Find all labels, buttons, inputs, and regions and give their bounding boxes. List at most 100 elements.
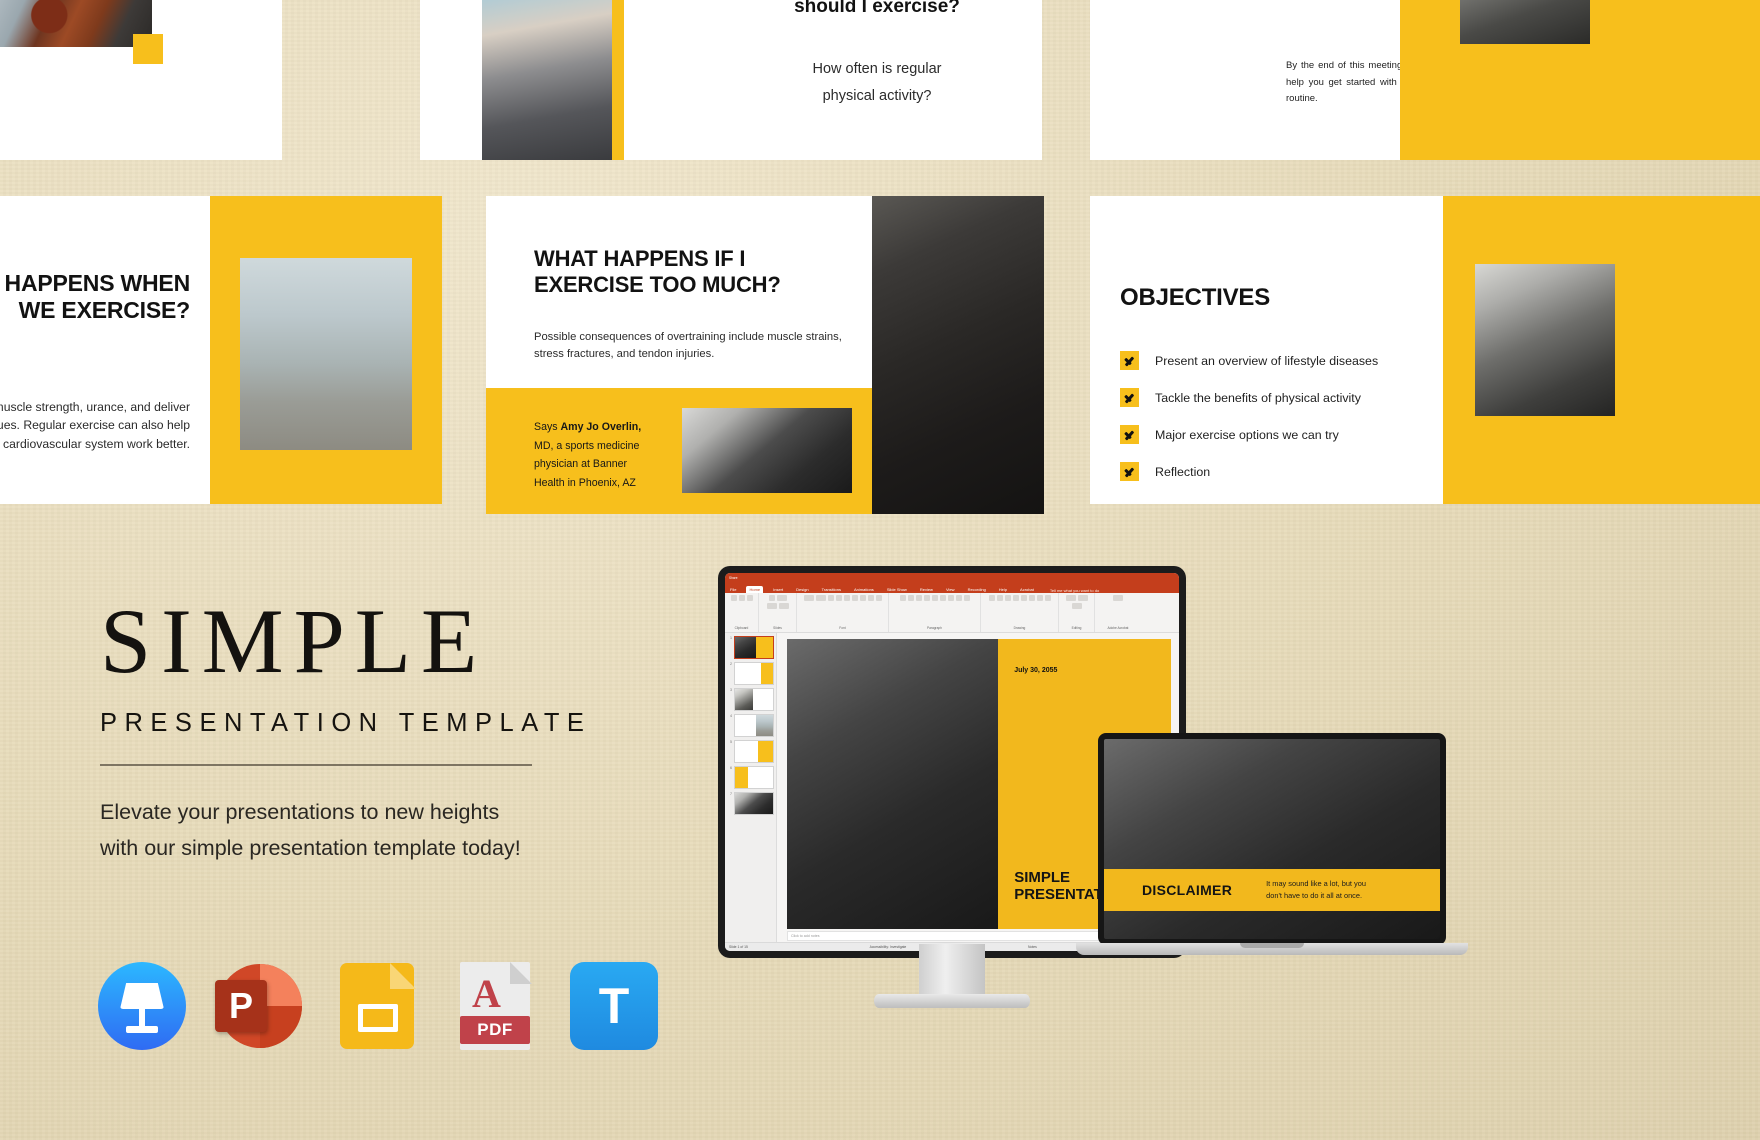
replace-icon[interactable] xyxy=(1077,595,1088,601)
justify-icon[interactable] xyxy=(963,595,970,601)
align-left-icon[interactable] xyxy=(939,595,946,601)
objective-label: Major exercise options we can try xyxy=(1155,427,1339,442)
numbering-icon[interactable] xyxy=(907,595,914,601)
question-body-line2: physical activity? xyxy=(822,87,932,104)
google-slides-icon[interactable] xyxy=(334,962,422,1050)
ribbon-group-font[interactable]: Font xyxy=(797,593,889,632)
find-icon[interactable] xyxy=(1065,595,1076,601)
tab-transitions[interactable]: Transitions xyxy=(819,586,844,593)
thumbnail-preview xyxy=(734,740,774,763)
laptop-mockup: DISCLAIMER It may sound like a lot, but … xyxy=(1076,733,1468,973)
font-family-select[interactable] xyxy=(803,595,814,601)
tab-insert[interactable]: Insert xyxy=(770,586,786,593)
new-slide-icon[interactable] xyxy=(768,595,775,601)
shape-arrow-icon[interactable] xyxy=(1012,595,1019,601)
slide-thumbnail[interactable]: 2 xyxy=(727,662,774,685)
keynote-icon[interactable] xyxy=(98,962,186,1050)
drawing-icons xyxy=(988,595,1051,601)
ribbon-group-label: Clipboard xyxy=(734,626,749,630)
section-icon[interactable] xyxy=(778,603,789,609)
shape-triangle-icon[interactable] xyxy=(1020,595,1027,601)
tab-animations[interactable]: Animations xyxy=(851,586,877,593)
strikethrough-icon[interactable] xyxy=(867,595,874,601)
layout-icon[interactable] xyxy=(776,595,787,601)
quick-styles-icon[interactable] xyxy=(1036,595,1043,601)
slide-thumbnail[interactable]: 4 xyxy=(727,714,774,737)
thumb-text xyxy=(735,715,756,736)
create-pdf-icon[interactable] xyxy=(1113,595,1123,601)
disclaimer-bar: DISCLAIMER It may sound like a lot, but … xyxy=(1104,869,1440,911)
shape-fill-icon[interactable] xyxy=(1044,595,1051,601)
slide-title-line2: EXERCISE TOO MUCH? xyxy=(534,271,781,297)
decrease-indent-icon[interactable] xyxy=(915,595,922,601)
font-size-select[interactable] xyxy=(815,595,826,601)
thumb-yellow xyxy=(755,637,773,658)
disclaimer-body-line2: don't have to do it all at once. xyxy=(1266,891,1363,900)
check-icon xyxy=(1120,351,1139,370)
increase-font-icon[interactable] xyxy=(827,595,834,601)
ribbon-group-paragraph[interactable]: Paragraph xyxy=(889,593,981,632)
poster-canvas: using computer ng light work g instrumen… xyxy=(0,0,1760,1140)
tab-file[interactable]: File xyxy=(727,586,739,593)
slide-thumbnail-pane[interactable]: 1 2 3 4 5 6 7 xyxy=(725,633,777,943)
paragraph-icons xyxy=(899,595,970,601)
tab-view[interactable]: View xyxy=(943,586,958,593)
format-icons: P A PDF T xyxy=(98,962,658,1050)
tab-home[interactable]: Home xyxy=(746,586,764,593)
thumb-photo xyxy=(735,637,756,658)
pdf-icon[interactable]: A PDF xyxy=(452,962,540,1050)
arrange-icon[interactable] xyxy=(1028,595,1035,601)
thumbnail-number: 6 xyxy=(730,766,732,770)
ribbon-group-editing[interactable]: Editing xyxy=(1059,593,1095,632)
shape-oval-icon[interactable] xyxy=(1004,595,1011,601)
shape-line-icon[interactable] xyxy=(988,595,995,601)
increase-indent-icon[interactable] xyxy=(923,595,930,601)
bold-icon[interactable] xyxy=(843,595,850,601)
reset-icon[interactable] xyxy=(766,603,777,609)
thumb-photo xyxy=(735,793,773,814)
ribbon-group-label: Adobe Acrobat xyxy=(1107,626,1129,630)
italic-icon[interactable] xyxy=(851,595,858,601)
pdf-label: PDF xyxy=(477,1020,513,1039)
slide-thumbnail[interactable]: 6 xyxy=(727,766,774,789)
font-color-icon[interactable] xyxy=(875,595,882,601)
quote-block: Says Amy Jo Overlin, MD, a sports medici… xyxy=(534,418,652,492)
underline-icon[interactable] xyxy=(859,595,866,601)
tab-help[interactable]: Help xyxy=(996,586,1010,593)
slide-thumbnail[interactable]: 5 xyxy=(727,740,774,763)
tab-acrobat[interactable]: Acrobat xyxy=(1017,586,1037,593)
slide-what-happens-when-we-exercise: WHAT HAPPENS WHEN WE EXERCISE? al activi… xyxy=(0,196,442,504)
divider xyxy=(100,764,532,766)
align-right-icon[interactable] xyxy=(955,595,962,601)
canva-icon[interactable]: T xyxy=(570,962,658,1050)
slide-thumbnail[interactable]: 3 xyxy=(727,688,774,711)
slide-thumbnail[interactable]: 1 xyxy=(727,636,774,659)
status-accessibility[interactable]: Accessibility: Investigate xyxy=(870,945,907,949)
hero-description: Elevate your presentations to new height… xyxy=(100,794,720,868)
tab-design[interactable]: Design xyxy=(793,586,811,593)
shape-rect-icon[interactable] xyxy=(996,595,1003,601)
powerpoint-icon[interactable]: P xyxy=(215,962,304,1050)
copy-icon[interactable] xyxy=(746,595,753,601)
bullets-icon[interactable] xyxy=(899,595,906,601)
ribbon-group-drawing[interactable]: Drawing xyxy=(981,593,1059,632)
decrease-font-icon[interactable] xyxy=(835,595,842,601)
share-button[interactable]: Share xyxy=(729,576,738,580)
cut-icon[interactable] xyxy=(738,595,745,601)
tab-slide-show[interactable]: Slide Show xyxy=(884,586,910,593)
ribbon-group-acrobat[interactable]: Adobe Acrobat xyxy=(1095,593,1141,632)
quote-prefix: Says xyxy=(534,421,558,433)
paste-icon[interactable] xyxy=(730,595,737,601)
ribbon-group-label: Slides xyxy=(773,626,782,630)
align-center-icon[interactable] xyxy=(947,595,954,601)
status-notes-button[interactable]: Notes xyxy=(1028,945,1037,949)
font-icons xyxy=(803,595,882,601)
line-spacing-icon[interactable] xyxy=(931,595,938,601)
select-icon[interactable] xyxy=(1071,603,1082,609)
ribbon-group-slides[interactable]: Slides xyxy=(759,593,797,632)
slide-thumbnail[interactable]: 7 xyxy=(727,792,774,815)
ribbon-group-clipboard[interactable]: Clipboard xyxy=(725,593,759,632)
tab-recording[interactable]: Recording xyxy=(965,586,989,593)
tab-review[interactable]: Review xyxy=(917,586,936,593)
thumb-text xyxy=(748,767,773,788)
